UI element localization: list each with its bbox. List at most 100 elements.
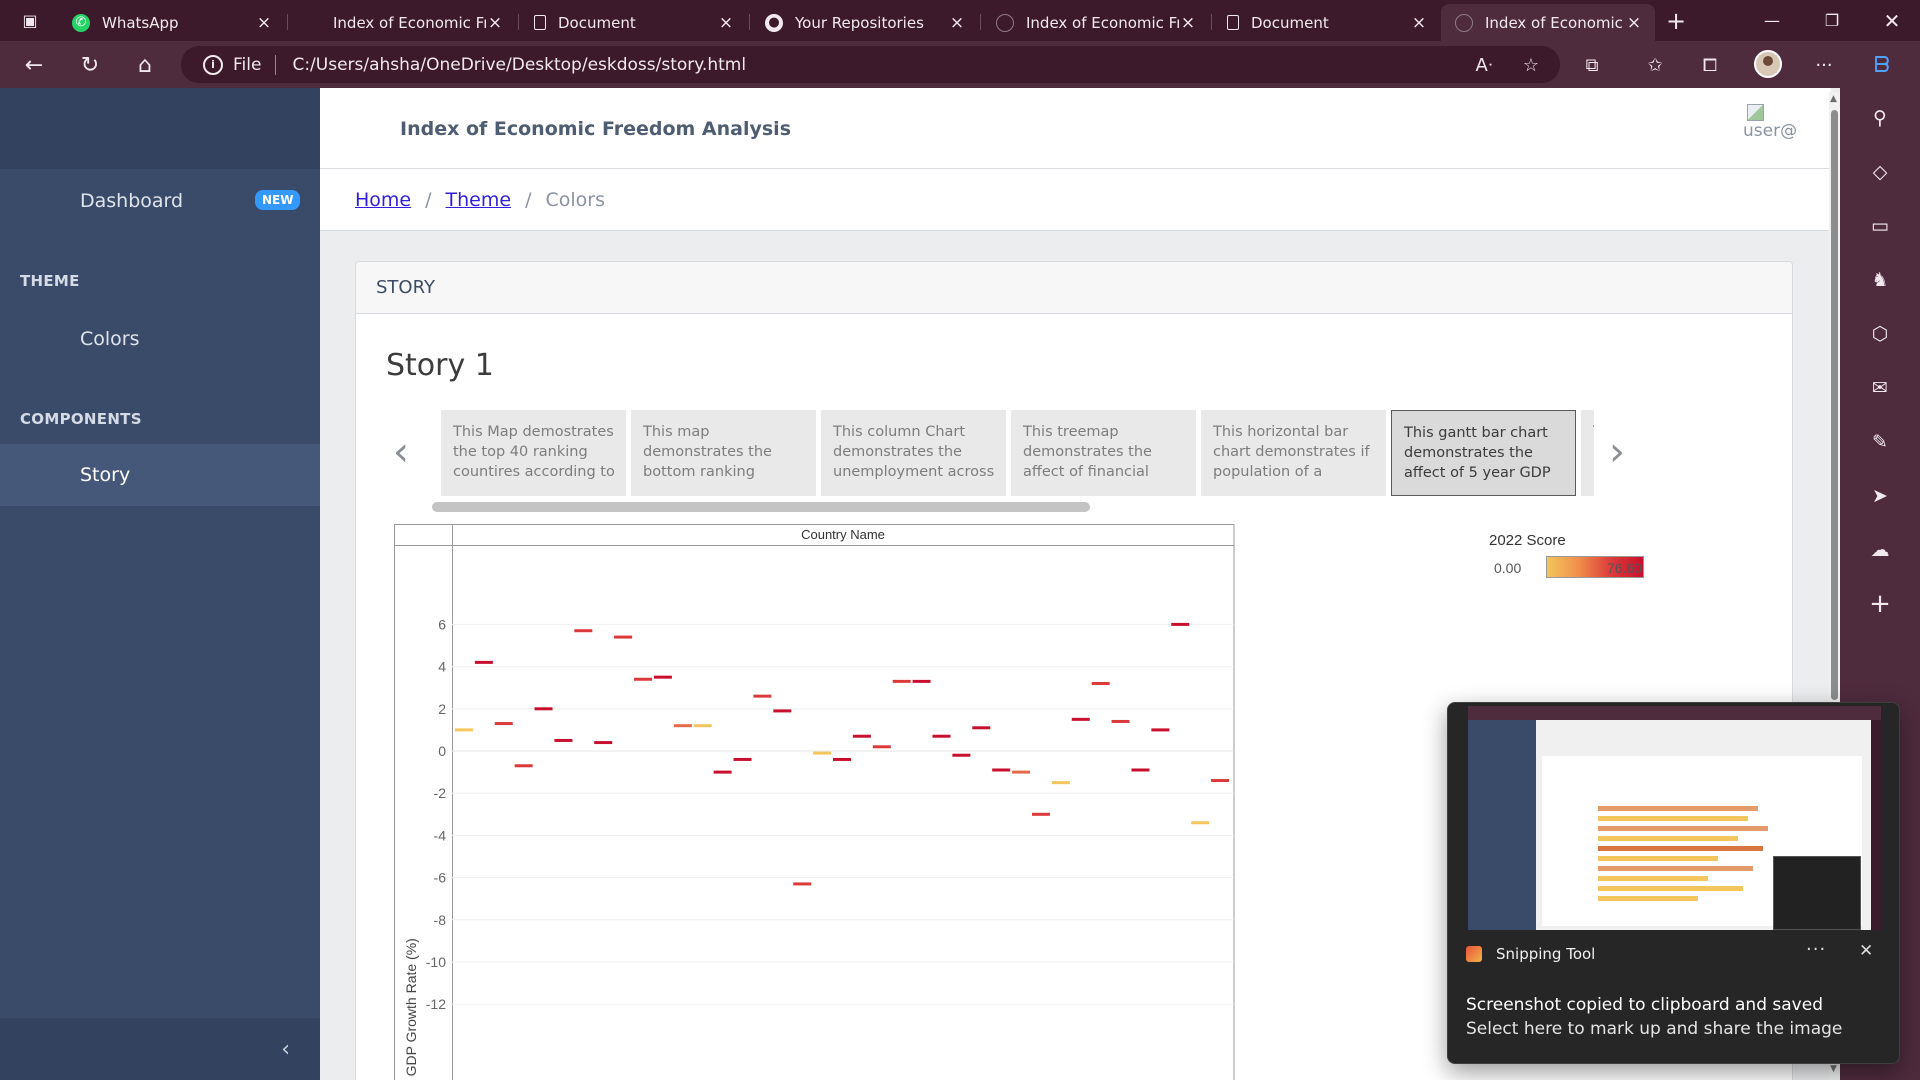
read-aloud-icon[interactable]: Aᐧ: [1470, 51, 1498, 79]
close-tab-icon[interactable]: ×: [486, 13, 504, 33]
story-point[interactable]: This column Chart demonstrates the unemp…: [821, 410, 1006, 496]
sidebar-section-components: COMPONENTS: [20, 410, 142, 428]
sidebar-section-theme: THEME: [20, 272, 80, 290]
office-icon[interactable]: ⬡: [1864, 318, 1896, 350]
browser-tab-active[interactable]: Index of Economic Fre ×: [1441, 4, 1655, 41]
gantt-mark: [693, 724, 712, 728]
chevron-left-icon[interactable]: ‹: [281, 1037, 290, 1062]
close-tab-icon[interactable]: ×: [948, 13, 966, 33]
story-point[interactable]: This design influen: [1581, 410, 1594, 496]
story-point[interactable]: This Map demostrates the top 40 ranking …: [441, 410, 626, 496]
restore-icon[interactable]: ❐: [1804, 0, 1860, 41]
y-tick-label: 2: [438, 701, 446, 717]
blank-icon: [303, 14, 321, 32]
address-bar-row: ← ↻ ⌂ i File C:/Users/ahsha/OneDrive/Des…: [0, 41, 1920, 88]
story-point[interactable]: This horizontal bar chart demonstrates i…: [1201, 410, 1386, 496]
shopping-tag-icon[interactable]: ◇: [1864, 156, 1896, 188]
notification-icon[interactable]: ☁: [1864, 534, 1896, 566]
screenshot-thumbnail[interactable]: [1468, 706, 1881, 930]
y-tick-label: -2: [434, 785, 447, 801]
story-navigator: ‹ This Map demostrates the top 40 rankin…: [386, 410, 1625, 512]
sidebar-item-story[interactable]: Story: [0, 444, 320, 506]
breadcrumb-home[interactable]: Home: [355, 189, 411, 211]
browser-tab[interactable]: ✆ WhatsApp ×: [58, 4, 285, 41]
back-icon[interactable]: ←: [18, 49, 50, 81]
new-tab-icon[interactable]: +: [1648, 0, 1704, 41]
games-icon[interactable]: ♞: [1864, 264, 1896, 296]
story-point[interactable]: This treemap demonstrates the affect of …: [1011, 410, 1196, 496]
sidebar-item-dashboard[interactable]: Dashboard NEW: [0, 170, 320, 232]
close-tab-icon[interactable]: ×: [1625, 13, 1643, 33]
gantt-mark: [1151, 728, 1170, 732]
y-tick-label: -10: [426, 954, 446, 970]
sidebar-minimizer[interactable]: ‹: [0, 1018, 320, 1080]
page-icon: [1227, 15, 1239, 30]
y-tick-label: -4: [434, 827, 447, 843]
favorites-icon[interactable]: ✩: [1641, 51, 1669, 79]
gantt-mark: [992, 768, 1011, 772]
more-options-icon[interactable]: ···: [1810, 51, 1838, 79]
y-tick-label: -6: [434, 870, 447, 886]
user-image[interactable]: user@: [1743, 104, 1799, 150]
designer-icon[interactable]: ✎: [1864, 426, 1896, 458]
profile-avatar[interactable]: [1754, 50, 1782, 78]
chevron-left-icon[interactable]: ‹: [386, 432, 416, 472]
close-window-icon[interactable]: ✕: [1864, 0, 1920, 41]
home-icon[interactable]: ⌂: [129, 49, 161, 81]
gantt-mark: [1071, 717, 1090, 721]
collections-icon[interactable]: ⧠: [1696, 51, 1724, 79]
legend-title: 2022 Score: [1489, 532, 1566, 549]
more-icon[interactable]: ···: [1806, 939, 1826, 960]
browser-tab[interactable]: ● Your Repositories ×: [751, 4, 978, 41]
send-icon[interactable]: ➤: [1864, 480, 1896, 512]
close-tab-icon[interactable]: ×: [1179, 13, 1197, 33]
breadcrumb-theme[interactable]: Theme: [446, 189, 512, 211]
close-tab-icon[interactable]: ×: [717, 13, 735, 33]
story-point[interactable]: This map demonstrates the bottom ranking: [631, 410, 816, 496]
gantt-mark: [972, 726, 991, 730]
gantt-mark: [653, 675, 672, 679]
browser-tab[interactable]: Document ×: [520, 4, 747, 41]
browser-tab[interactable]: Document ×: [1213, 4, 1440, 41]
close-tab-icon[interactable]: ×: [255, 13, 273, 33]
browser-tab[interactable]: Index of Economic Fre ×: [982, 4, 1209, 41]
gantt-mark: [594, 741, 613, 745]
chevron-right-icon[interactable]: ›: [1602, 432, 1632, 472]
bing-chat-icon[interactable]: ᗷ: [1868, 51, 1896, 79]
gantt-mark: [1012, 770, 1031, 774]
gantt-mark: [673, 724, 692, 728]
gantt-mark: [1211, 779, 1230, 783]
gantt-mark: [514, 764, 533, 768]
new-badge: NEW: [255, 190, 301, 210]
gantt-mark: [1091, 681, 1110, 685]
gantt-mark: [793, 882, 812, 886]
snipping-tool-notification[interactable]: Snipping Tool ··· ✕ Screenshot copied to…: [1447, 702, 1900, 1064]
tools-icon[interactable]: ▭: [1864, 210, 1896, 242]
add-icon[interactable]: +: [1864, 588, 1896, 620]
add-favorite-icon[interactable]: ☆: [1517, 51, 1545, 79]
search-icon[interactable]: ⚲: [1864, 102, 1896, 134]
extensions-icon[interactable]: ⧉: [1578, 51, 1606, 79]
close-tab-icon[interactable]: ×: [1410, 13, 1428, 33]
story-scrollbar[interactable]: [432, 502, 1090, 512]
minimize-icon[interactable]: —: [1744, 0, 1800, 41]
breadcrumb-current: Colors: [545, 188, 605, 211]
gantt-mark: [912, 679, 931, 683]
outlook-icon[interactable]: ✉: [1864, 372, 1896, 404]
toast-subtext: Select here to mark up and share the ima…: [1466, 1019, 1843, 1039]
browser-tab[interactable]: Index of Economic Fre ×: [289, 4, 516, 41]
y-tick-label: 4: [438, 659, 446, 675]
gantt-mark: [773, 709, 792, 713]
gantt-mark: [753, 694, 772, 698]
scrollbar-thumb[interactable]: [1831, 110, 1838, 700]
address-field[interactable]: i File C:/Users/ahsha/OneDrive/Desktop/e…: [181, 46, 1560, 83]
user-image-alt: user@: [1743, 121, 1798, 141]
info-icon[interactable]: i: [203, 54, 223, 75]
sidebar-item-colors[interactable]: Colors: [0, 308, 320, 370]
refresh-icon[interactable]: ↻: [74, 49, 106, 81]
sidebar-brand: [0, 88, 320, 169]
sidebar-item-label: Colors: [80, 328, 140, 350]
tab-actions-icon[interactable]: ▣: [2, 0, 58, 41]
close-icon[interactable]: ✕: [1859, 941, 1873, 961]
story-point-selected[interactable]: This gantt bar chart demonstrates the af…: [1391, 410, 1576, 496]
